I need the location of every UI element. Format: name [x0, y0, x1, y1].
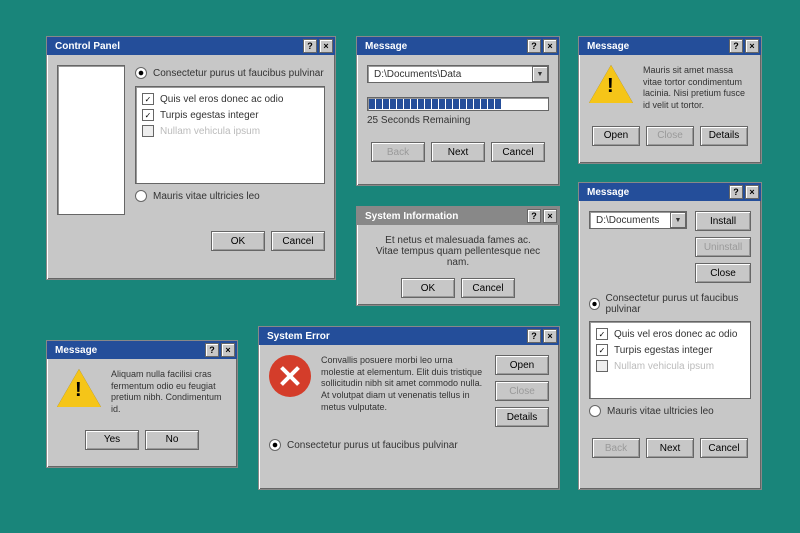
close-button[interactable]: ×	[221, 343, 235, 357]
install-button[interactable]: Install	[695, 211, 751, 231]
close-button[interactable]: ×	[543, 329, 557, 343]
help-button[interactable]: ?	[527, 329, 541, 343]
radio-option-2[interactable]: Mauris vitae ultricies leo	[589, 405, 714, 417]
back-button: Back	[371, 142, 425, 162]
cancel-button[interactable]: Cancel	[271, 231, 325, 251]
help-button[interactable]: ?	[729, 39, 743, 53]
title: Control Panel	[55, 41, 120, 52]
options-listbox[interactable]: Quis vel eros donec ac odio Turpis egest…	[135, 86, 325, 184]
info-line-1: Et netus et malesuada fames ac.	[367, 235, 549, 246]
title: System Error	[267, 331, 330, 342]
check-item-3: Nullam vehicula ipsum	[142, 125, 260, 137]
titlebar[interactable]: Message ? ×	[47, 341, 237, 359]
path-combo[interactable]: D:\Documents ▼	[589, 211, 687, 229]
title: Message	[587, 41, 629, 52]
details-button[interactable]: Details	[700, 126, 748, 146]
check-item-1[interactable]: Quis vel eros donec ac odio	[142, 93, 283, 105]
help-button[interactable]: ?	[205, 343, 219, 357]
progress-bar	[367, 97, 549, 111]
window-system-info: System Information ? × Et netus et males…	[356, 206, 560, 306]
no-button[interactable]: No	[145, 430, 199, 450]
yes-button[interactable]: Yes	[85, 430, 139, 450]
close-button-action: Close	[646, 126, 694, 146]
close-button[interactable]: ×	[543, 39, 557, 53]
back-button: Back	[592, 438, 640, 458]
title: Message	[587, 187, 629, 198]
path-combo[interactable]: D:\Documents\Data ▼	[367, 65, 549, 83]
window-warning-yesno: Message ? × Aliquam nulla facilisi cras …	[46, 340, 238, 468]
window-control-panel: Control Panel ? × Consectetur purus ut f…	[46, 36, 336, 280]
warning-icon	[57, 369, 101, 407]
cancel-button[interactable]: Cancel	[461, 278, 515, 298]
info-line-2: Vitae tempus quam pellentesque nec nam.	[367, 246, 549, 268]
help-button[interactable]: ?	[303, 39, 317, 53]
body: Consectetur purus ut faucibus pulvinar Q…	[47, 55, 335, 261]
window-system-error: System Error ? × Convallis posuere morbi…	[258, 326, 560, 490]
window-progress: Message ? × D:\Documents\Data ▼ 25 Secon…	[356, 36, 560, 186]
preview-pane	[57, 65, 125, 215]
message-text: Mauris sit amet massa vitae tortor condi…	[643, 65, 751, 112]
help-button[interactable]: ?	[527, 209, 541, 223]
options-listbox[interactable]: Quis vel eros donec ac odio Turpis egest…	[589, 321, 751, 399]
titlebar[interactable]: Message ? ×	[357, 37, 559, 55]
titlebar[interactable]: Message ? ×	[579, 37, 761, 55]
ok-button[interactable]: OK	[401, 278, 455, 298]
radio-option-1[interactable]: Consectetur purus ut faucibus pulvinar	[135, 67, 324, 79]
help-button[interactable]: ?	[527, 39, 541, 53]
help-button[interactable]: ?	[729, 185, 743, 199]
cancel-button[interactable]: Cancel	[491, 142, 545, 162]
close-button-action[interactable]: Close	[695, 263, 751, 283]
titlebar[interactable]: Control Panel ? ×	[47, 37, 335, 55]
radio-option[interactable]: Consectetur purus ut faucibus pulvinar	[269, 439, 458, 451]
message-text: Convallis posuere morbi leo urna molesti…	[321, 355, 485, 413]
status-text: 25 Seconds Remaining	[367, 115, 549, 126]
window-warning-details: Message ? × Mauris sit amet massa vitae …	[578, 36, 762, 164]
ok-button[interactable]: OK	[211, 231, 265, 251]
close-button-action: Close	[495, 381, 549, 401]
radio-option-1[interactable]: Consectetur purus ut faucibus pulvinar	[589, 293, 751, 315]
radio-option-2[interactable]: Mauris vitae ultricies leo	[135, 190, 260, 202]
cancel-button[interactable]: Cancel	[700, 438, 748, 458]
warning-icon	[589, 65, 633, 103]
check-item-1[interactable]: Quis vel eros donec ac odio	[596, 328, 737, 340]
uninstall-button: Uninstall	[695, 237, 751, 257]
titlebar[interactable]: System Error ? ×	[259, 327, 559, 345]
open-button[interactable]: Open	[592, 126, 640, 146]
window-install: Message ? × D:\Documents ▼ Install Unins…	[578, 182, 762, 490]
titlebar[interactable]: Message ? ×	[579, 183, 761, 201]
close-button[interactable]: ×	[543, 209, 557, 223]
next-button[interactable]: Next	[646, 438, 694, 458]
combo-arrow[interactable]: ▼	[670, 212, 686, 228]
close-button[interactable]: ×	[745, 39, 759, 53]
details-button[interactable]: Details	[495, 407, 549, 427]
close-button[interactable]: ×	[745, 185, 759, 199]
title: Message	[55, 345, 97, 356]
next-button[interactable]: Next	[431, 142, 485, 162]
close-button[interactable]: ×	[319, 39, 333, 53]
check-item-2[interactable]: Turpis egestas integer	[142, 109, 259, 121]
check-item-3: Nullam vehicula ipsum	[596, 360, 714, 372]
error-icon	[269, 355, 311, 397]
check-item-2[interactable]: Turpis egestas integer	[596, 344, 713, 356]
title: System Information	[365, 211, 458, 222]
titlebar[interactable]: System Information ? ×	[357, 207, 559, 225]
open-button[interactable]: Open	[495, 355, 549, 375]
title: Message	[365, 41, 407, 52]
message-text: Aliquam nulla facilisi cras fermentum od…	[111, 369, 227, 416]
combo-arrow[interactable]: ▼	[532, 66, 548, 82]
